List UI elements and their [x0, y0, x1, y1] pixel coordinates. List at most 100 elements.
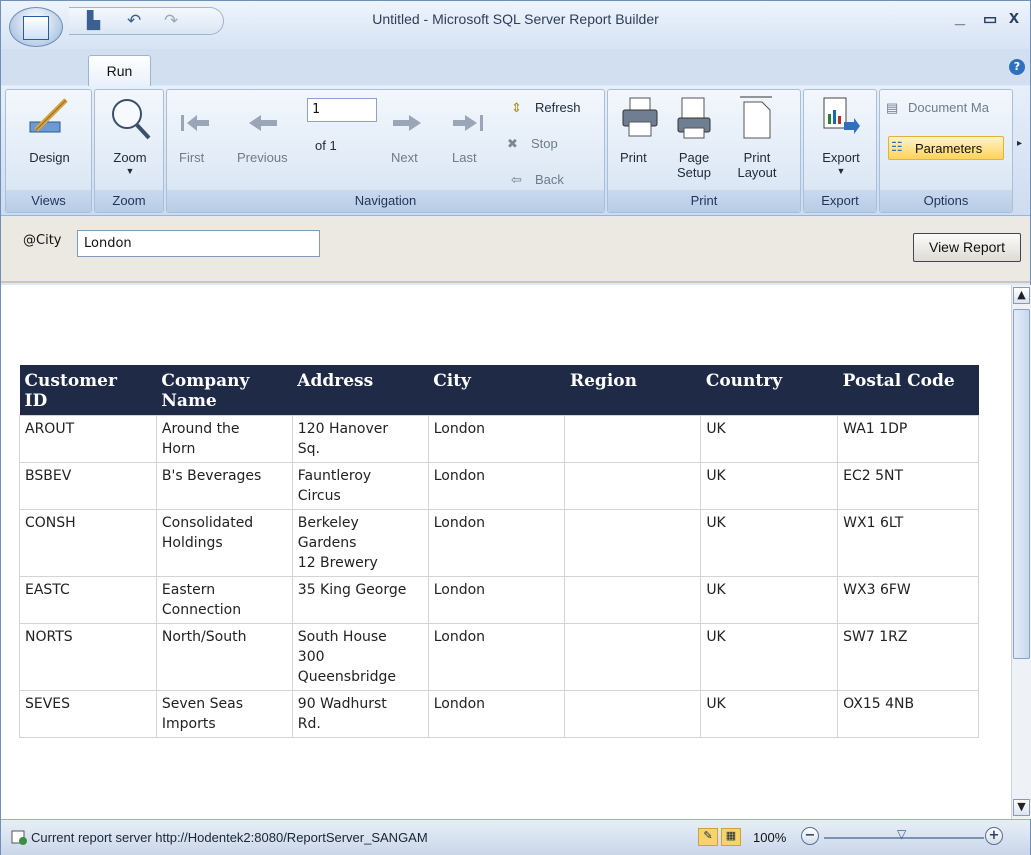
- table-row: EASTC Eastern Connection 35 King George Lond…: [19, 576, 979, 624]
- cell-text: WX1 6LT: [843, 515, 904, 531]
- table-body: AROUT Around the Horn 120 Hanover Sq. London U…: [19, 415, 979, 738]
- zoom-out-icon[interactable]: −: [801, 827, 819, 845]
- cell-text: UK: [706, 629, 726, 645]
- column-header-text: Postal Code: [842, 371, 955, 391]
- refresh-button[interactable]: Refresh: [535, 100, 581, 115]
- cell-text: Consolidated: [161, 515, 254, 531]
- page-setup-label-2: Setup: [677, 165, 711, 180]
- table-cell: London: [427, 623, 566, 691]
- back-button[interactable]: Back: [535, 172, 564, 187]
- minimize-button[interactable]: _: [955, 7, 965, 28]
- cell-text: AROUT: [25, 421, 75, 437]
- stop-button[interactable]: Stop: [531, 136, 558, 151]
- cell-text: SW7 1RZ: [843, 629, 908, 645]
- city-parameter-input[interactable]: London: [77, 230, 320, 257]
- table-row: BSBEV B's Beverages Fauntleroy Circus London…: [19, 462, 979, 510]
- column-header-text: Company: [161, 371, 250, 391]
- table-cell: NORTS: [19, 623, 157, 691]
- table-cell: UK: [700, 690, 839, 738]
- export-button[interactable]: Export: [804, 150, 878, 165]
- print-layout-button[interactable]: Print Layout: [734, 150, 780, 180]
- cell-text: Imports: [161, 716, 216, 732]
- column-header-text: Address: [297, 371, 374, 391]
- column-header: Address: [292, 365, 429, 416]
- next-button[interactable]: Next: [391, 150, 418, 165]
- cell-text: OX15 4NB: [843, 696, 915, 712]
- cell-text: Gardens: [297, 535, 357, 551]
- zoom-button[interactable]: Zoom: [95, 150, 165, 165]
- previous-page-icon: [249, 115, 277, 131]
- cell-text: B's Beverages: [161, 468, 262, 484]
- cell-text: Queensbridge: [297, 669, 396, 685]
- page-number-input[interactable]: 1: [307, 98, 377, 122]
- design-button[interactable]: Design: [6, 150, 93, 165]
- close-button[interactable]: x: [1009, 7, 1019, 28]
- design-view-icon[interactable]: ✎: [698, 828, 718, 846]
- cell-text: UK: [706, 421, 726, 437]
- run-view-icon[interactable]: ▦: [721, 828, 741, 846]
- print-group-label: Print: [608, 190, 800, 212]
- report-builder-window: ▙ ↶ ↷ Untitled - Microsoft SQL Server Re…: [0, 0, 1031, 855]
- zoom-group-label: Zoom: [95, 190, 163, 212]
- table-cell: 90 Wadhurst Rd.: [291, 690, 429, 738]
- cell-text: BSBEV: [25, 468, 72, 484]
- city-parameter-label: @City: [23, 233, 62, 248]
- cell-text: London: [433, 629, 486, 645]
- scroll-thumb[interactable]: [1013, 309, 1030, 659]
- view-report-button[interactable]: View Report: [913, 233, 1021, 262]
- group-navigation: First Previous of 1 Next Last ⇕ Refresh …: [166, 89, 605, 213]
- table-cell: Seven Seas Imports: [155, 690, 293, 738]
- last-button[interactable]: Last: [452, 150, 477, 165]
- table-cell: SW7 1RZ: [837, 623, 979, 691]
- cell-text: WX3 6FW: [843, 582, 911, 598]
- zoom-in-icon[interactable]: +: [985, 827, 1003, 845]
- cell-text: Circus: [297, 488, 341, 504]
- page-count-label: of 1: [315, 138, 337, 153]
- cell-text: North/South: [161, 629, 247, 645]
- cell-text: NORTS: [25, 629, 73, 645]
- vertical-scrollbar[interactable]: ▲ ▼: [1011, 285, 1031, 819]
- zoom-slider-handle-icon[interactable]: ▽: [897, 827, 906, 841]
- table-cell: London: [427, 690, 566, 738]
- column-header: Country: [700, 365, 838, 416]
- zoom-magnifier-icon: [112, 99, 151, 140]
- help-icon[interactable]: ?: [1009, 59, 1025, 75]
- ribbon-scroll-right-icon[interactable]: ▸: [1017, 138, 1022, 149]
- cell-text: London: [433, 582, 486, 598]
- cell-text: South House: [297, 629, 387, 645]
- export-icon: [823, 97, 860, 134]
- next-page-icon: [393, 115, 421, 131]
- navigation-group-label: Navigation: [167, 190, 604, 212]
- document-map-button[interactable]: Document Ma: [908, 100, 989, 115]
- previous-button[interactable]: Previous: [237, 150, 288, 165]
- scroll-up-icon[interactable]: ▲: [1013, 287, 1030, 304]
- restore-button[interactable]: ▭: [983, 10, 997, 28]
- table-row: NORTS North/South South House 300 Queensbrid…: [19, 623, 979, 691]
- cell-text: 300: [297, 649, 325, 665]
- tab-run[interactable]: Run: [88, 55, 151, 87]
- cell-text: Fauntleroy: [297, 468, 372, 484]
- ribbon: Design Views Zoom ▼ Zoom First Previous …: [1, 86, 1030, 216]
- stop-icon: ✖: [507, 136, 518, 151]
- print-layout-icon: [740, 96, 772, 139]
- parameters-button[interactable]: Parameters: [888, 136, 1004, 160]
- document-map-icon: ▤: [886, 100, 899, 115]
- table-cell: Around the Horn: [155, 415, 293, 463]
- status-bar: Current report server http://Hodentek2:8…: [1, 819, 1030, 855]
- table-cell: North/South: [155, 623, 293, 691]
- cell-text: London: [433, 468, 486, 484]
- table-cell: London: [427, 509, 566, 577]
- parameters-icon: ☷: [891, 139, 903, 154]
- cell-text: EC2 5NT: [843, 468, 904, 484]
- page-setup-button[interactable]: Page Setup: [674, 150, 714, 180]
- cell-text: 12 Brewery: [297, 555, 378, 571]
- zoom-dropdown-icon[interactable]: ▼: [95, 166, 165, 176]
- scroll-down-icon[interactable]: ▼: [1013, 799, 1030, 816]
- table-cell: UK: [700, 415, 839, 463]
- first-button[interactable]: First: [179, 150, 204, 165]
- cell-text: Horn: [161, 441, 196, 457]
- print-button[interactable]: Print: [620, 150, 647, 165]
- export-dropdown-icon[interactable]: ▼: [804, 166, 878, 176]
- table-cell: BSBEV: [19, 462, 157, 510]
- table-cell: Berkeley Gardens 12 Brewery: [291, 509, 429, 577]
